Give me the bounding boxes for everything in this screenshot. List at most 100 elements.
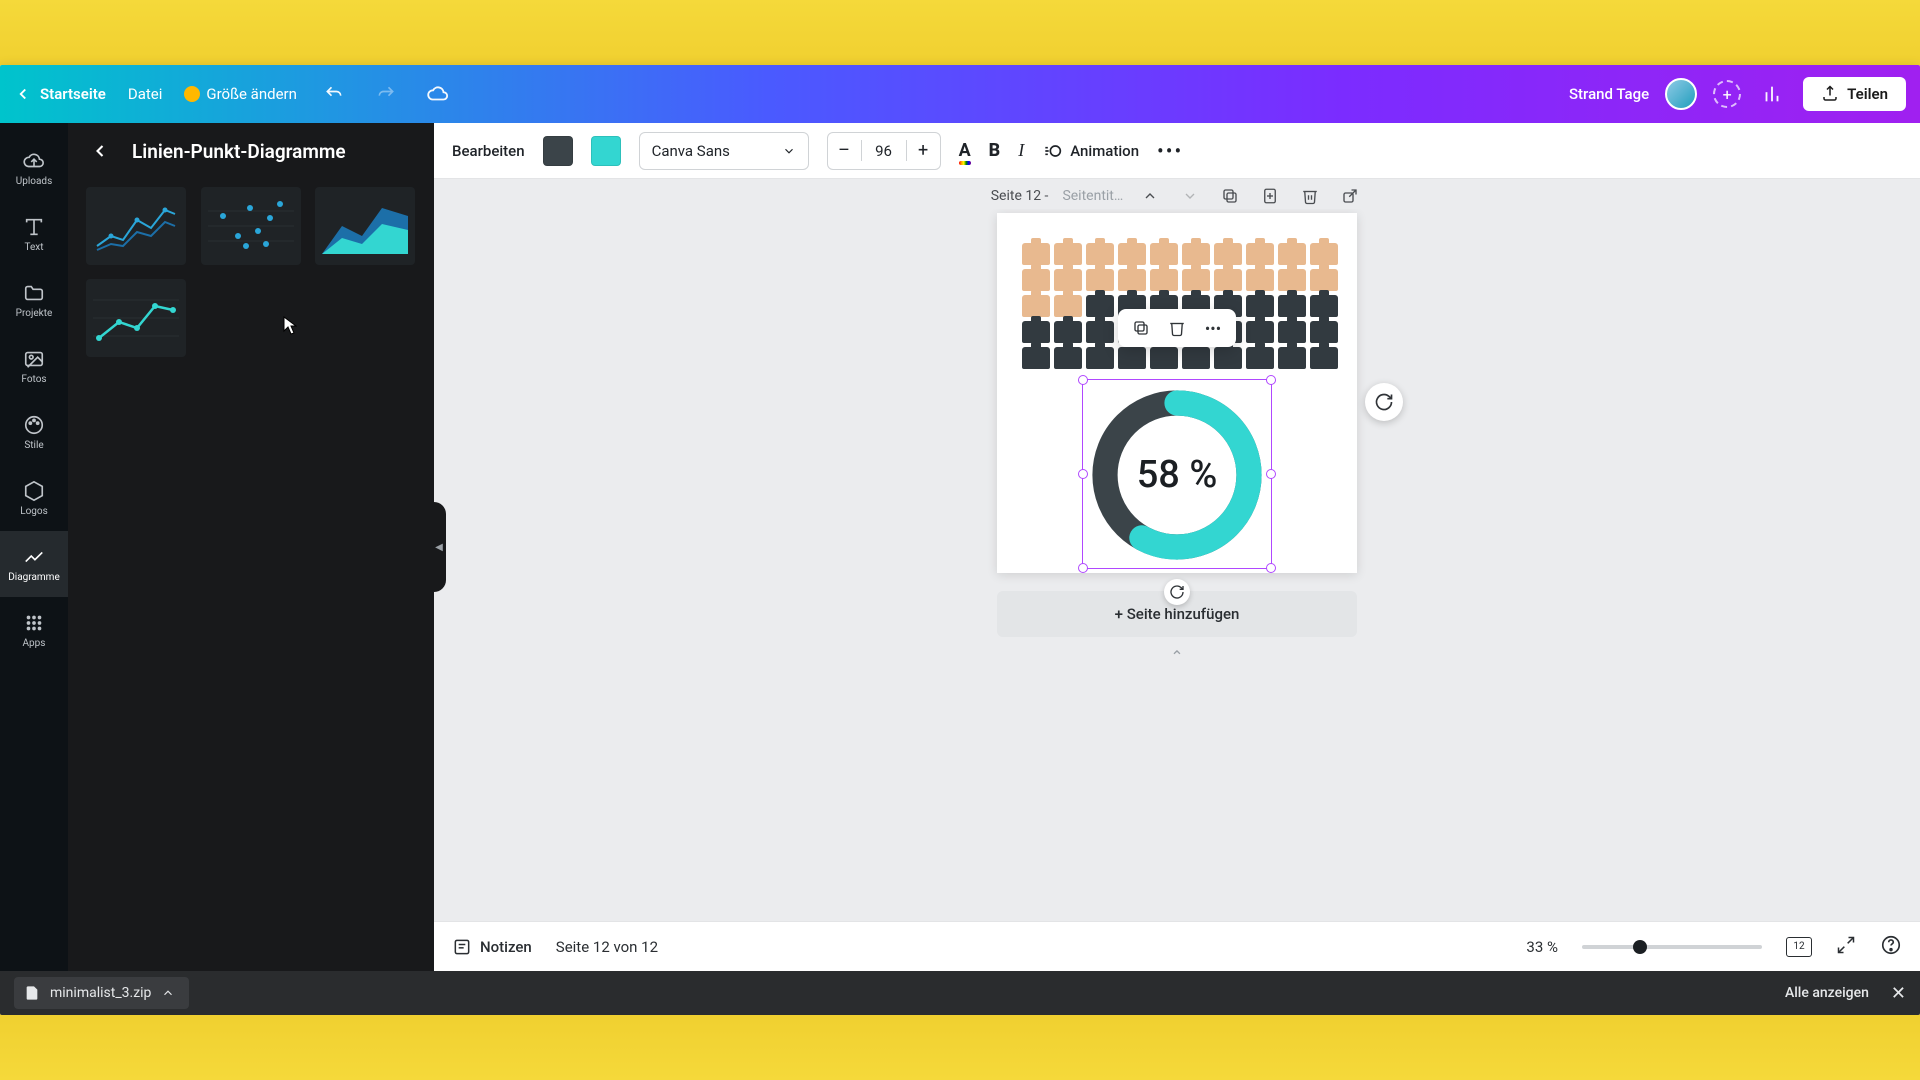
folder-icon xyxy=(23,282,45,304)
animation-button[interactable]: Animation xyxy=(1042,141,1139,161)
regenerate-button[interactable] xyxy=(1365,383,1403,421)
rail-label: Fotos xyxy=(21,374,46,385)
panel-back-button[interactable] xyxy=(86,137,114,165)
text-icon xyxy=(23,216,45,238)
progress-ring-selection[interactable]: 58 % xyxy=(1082,379,1272,569)
add-page-label: + Seite hinzufügen xyxy=(1115,605,1240,623)
ctx-more[interactable]: ••• xyxy=(1200,315,1226,341)
progress-ring[interactable]: 58 % xyxy=(1087,385,1267,565)
download-filename: minimalist_3.zip xyxy=(50,985,151,1001)
rail-label: Apps xyxy=(23,638,46,649)
undo-icon xyxy=(324,84,344,104)
canvas-page[interactable]: ••• 58 % xyxy=(997,213,1357,573)
scatter-icon xyxy=(208,196,294,256)
page-down-button[interactable] xyxy=(1177,183,1203,209)
rail-charts[interactable]: Diagramme xyxy=(0,531,68,597)
chevron-up-icon xyxy=(161,986,175,1000)
delete-page-button[interactable] xyxy=(1297,183,1323,209)
close-downloads-bar[interactable]: ✕ xyxy=(1891,983,1906,1004)
context-toolbar: Bearbeiten Canva Sans – 96 + A B I Anima… xyxy=(434,123,1920,179)
more-button[interactable]: ••• xyxy=(1157,139,1183,163)
ctx-duplicate[interactable] xyxy=(1128,315,1154,341)
rail-projects[interactable]: Projekte xyxy=(0,267,68,333)
chart-thumb-area[interactable] xyxy=(315,187,415,265)
animation-label: Animation xyxy=(1070,142,1139,160)
chevron-down-icon xyxy=(1182,188,1198,204)
panel-collapse-button[interactable]: ◀ xyxy=(432,502,446,592)
chart-thumb-scatter[interactable] xyxy=(201,187,301,265)
home-button[interactable]: Startseite xyxy=(14,85,106,103)
rail-uploads[interactable]: Uploads xyxy=(0,135,68,201)
notes-button[interactable]: Notizen xyxy=(452,937,532,957)
expand-icon xyxy=(1836,935,1856,955)
file-icon xyxy=(24,983,40,1003)
zoom-slider[interactable] xyxy=(1582,945,1762,949)
file-menu[interactable]: Datei xyxy=(128,85,163,103)
page-title-input[interactable]: Seitentit… xyxy=(1062,188,1123,204)
rail-label: Uploads xyxy=(16,176,52,187)
share-button[interactable]: Teilen xyxy=(1803,77,1906,111)
avatar[interactable] xyxy=(1665,78,1697,110)
chart-thumb-multiline[interactable] xyxy=(86,187,186,265)
color-swatch-accent[interactable] xyxy=(591,136,621,166)
grid-view-button[interactable]: 12 xyxy=(1786,937,1812,957)
show-all-downloads[interactable]: Alle anzeigen xyxy=(1785,985,1869,1001)
chevron-down-icon xyxy=(782,144,796,158)
external-icon xyxy=(1341,187,1359,205)
rotate-icon xyxy=(1169,584,1185,600)
add-page-button[interactable]: + Seite hinzufügen xyxy=(997,591,1357,637)
rail-photos[interactable]: Fotos xyxy=(0,333,68,399)
text-color-button[interactable]: A xyxy=(959,140,971,161)
cloud-status[interactable] xyxy=(423,79,453,109)
trash-icon xyxy=(1168,319,1186,337)
cloud-icon xyxy=(427,83,449,105)
font-size-stepper: – 96 + xyxy=(827,132,941,170)
upload-icon xyxy=(1821,85,1839,103)
size-increase[interactable]: + xyxy=(906,140,940,161)
resize-menu[interactable]: Größe ändern xyxy=(184,85,297,103)
add-member-button[interactable]: + xyxy=(1713,80,1741,108)
duplicate-page-button[interactable] xyxy=(1217,183,1243,209)
copy-page-button[interactable] xyxy=(1257,183,1283,209)
document-title[interactable]: Strand Tage xyxy=(1569,85,1649,103)
edit-button[interactable]: Bearbeiten xyxy=(452,142,525,160)
ctx-delete[interactable] xyxy=(1164,315,1190,341)
rail-styles[interactable]: Stile xyxy=(0,399,68,465)
rail-label: Text xyxy=(24,242,43,253)
insights-button[interactable] xyxy=(1757,79,1787,109)
fullscreen-button[interactable] xyxy=(1836,935,1856,959)
size-decrease[interactable]: – xyxy=(828,140,862,161)
font-name: Canva Sans xyxy=(652,142,730,160)
zoom-value[interactable]: 33 % xyxy=(1526,938,1558,956)
panel-title: Linien-Punkt-Diagramme xyxy=(132,140,346,163)
rail-logos[interactable]: Logos xyxy=(0,465,68,531)
line-icon xyxy=(93,288,179,348)
rotate-handle[interactable] xyxy=(1164,579,1190,605)
undo-button[interactable] xyxy=(319,79,349,109)
chart-panel: Linien-Punkt-Diagramme xyxy=(68,123,434,971)
help-button[interactable] xyxy=(1880,934,1902,960)
hexagon-icon xyxy=(23,480,45,502)
motion-icon xyxy=(1042,141,1062,161)
rail-apps[interactable]: Apps xyxy=(0,597,68,663)
ring-value: 58 % xyxy=(1087,385,1267,565)
chart-thumb-line[interactable] xyxy=(86,279,186,357)
chart-thumbnails xyxy=(86,187,416,357)
redo-button[interactable] xyxy=(371,79,401,109)
resize-label: Größe ändern xyxy=(206,85,297,103)
download-chip[interactable]: minimalist_3.zip xyxy=(14,977,189,1009)
font-select[interactable]: Canva Sans xyxy=(639,132,809,170)
palette-icon xyxy=(23,414,45,436)
color-swatch-dark[interactable] xyxy=(543,136,573,166)
bold-button[interactable]: B xyxy=(989,140,1001,161)
italic-button[interactable]: I xyxy=(1018,140,1024,161)
rail-label: Stile xyxy=(24,440,43,451)
page-strip: Seite 12 - Seitentit… xyxy=(434,179,1920,209)
page-up-button[interactable] xyxy=(1137,183,1163,209)
multiline-icon xyxy=(93,196,179,256)
open-page-button[interactable] xyxy=(1337,183,1363,209)
expand-handle[interactable]: ⌃ xyxy=(1157,647,1197,653)
notes-icon xyxy=(452,937,472,957)
size-value[interactable]: 96 xyxy=(862,142,906,160)
rail-text[interactable]: Text xyxy=(0,201,68,267)
